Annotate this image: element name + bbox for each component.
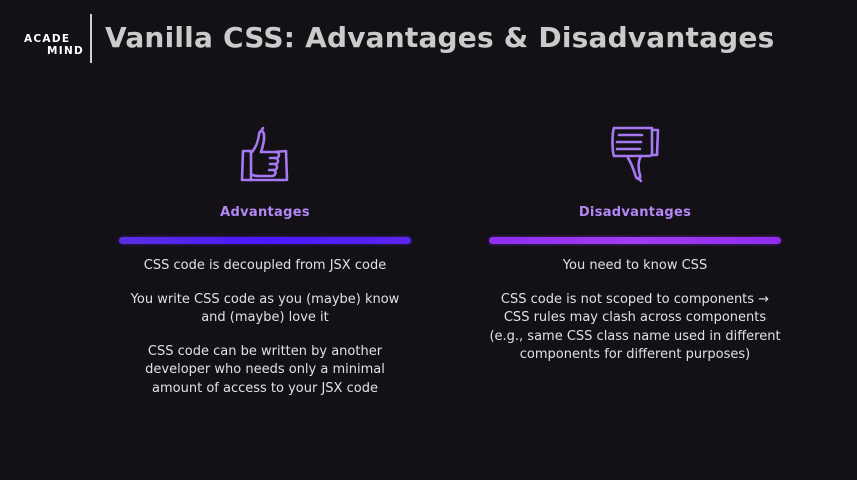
- advantages-heading: Advantages: [220, 205, 310, 220]
- logo-text-line2: MIND: [47, 45, 85, 57]
- advantages-point: CSS code can be written by another devel…: [145, 343, 385, 396]
- advantages-point: You write CSS code as you (maybe) know a…: [130, 291, 400, 326]
- advantages-underline-bar: [119, 237, 411, 244]
- advantages-column: Advantages CSS code is decoupled from JS…: [119, 125, 411, 413]
- advantages-icon-wrap: [119, 125, 411, 187]
- disadvantages-point: You need to know CSS: [562, 258, 708, 273]
- academind-logo: ACADE MIND: [17, 20, 83, 60]
- logo-text-line1: ACADE: [24, 33, 71, 45]
- slide-title: Vanilla CSS: Advantages & Disadvantages: [105, 21, 775, 54]
- disadvantages-column: Disadvantages You need to know CSS CSS c…: [489, 125, 781, 380]
- disadvantages-point: CSS code is not scoped to components → C…: [489, 291, 781, 363]
- thumbs-up-icon: [240, 126, 289, 182]
- disadvantages-underline-bar: [489, 237, 781, 244]
- disadvantages-icon-wrap: [489, 125, 781, 187]
- advantages-list: CSS code is decoupled from JSX code You …: [119, 257, 411, 398]
- disadvantages-list: You need to know CSS CSS code is not sco…: [489, 257, 781, 365]
- advantages-point: CSS code is decoupled from JSX code: [143, 258, 387, 273]
- title-divider: [90, 14, 92, 63]
- thumbs-down-icon: [611, 126, 660, 183]
- disadvantages-heading: Disadvantages: [578, 205, 692, 220]
